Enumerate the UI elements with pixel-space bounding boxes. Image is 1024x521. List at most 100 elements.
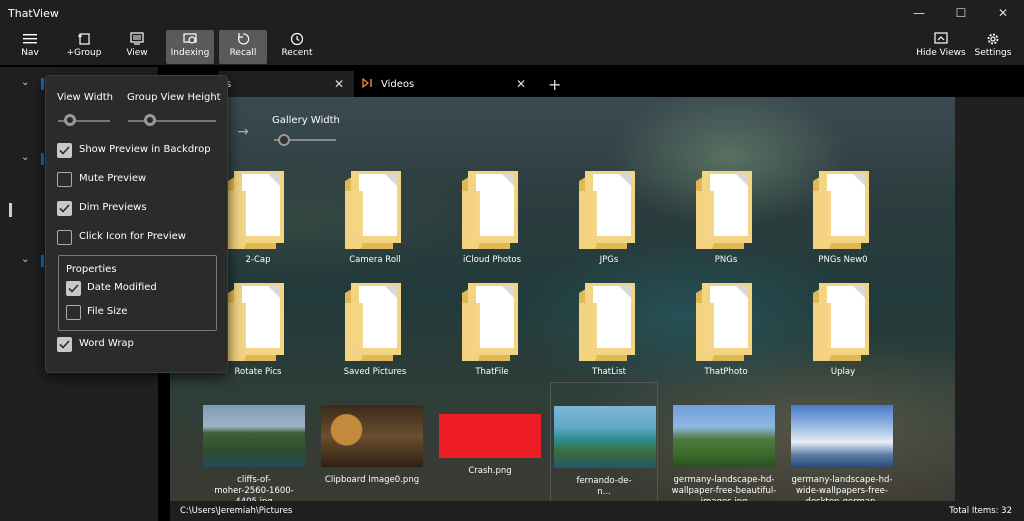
maximize-button[interactable]: ☐ [940, 0, 982, 26]
show-preview-checkbox[interactable] [57, 143, 72, 158]
file-thumbnail [321, 405, 423, 467]
gallery-width-slider-thumb[interactable] [278, 134, 290, 146]
mute-preview-checkbox[interactable] [57, 172, 72, 187]
folder-item[interactable]: ThatPhoto [667, 283, 785, 377]
file-item[interactable]: cliffs-of- moher-2560-1600-4405.jpg [200, 405, 308, 501]
group-accent-marker [41, 78, 44, 90]
file-size-label: File Size [87, 306, 128, 317]
folder-item[interactable]: Uplay [784, 283, 902, 377]
tab-label: Videos [381, 78, 415, 90]
word-wrap-checkbox[interactable] [57, 337, 72, 352]
indexing-button[interactable]: Indexing [166, 30, 214, 64]
gallery-view[interactable]: → Gallery Width 2-Cap Camera Roll iCloud… [170, 97, 955, 501]
nav-button[interactable]: Nav [10, 30, 50, 64]
file-name-line: Crash.png [468, 466, 512, 476]
view-width-label: View Width [57, 92, 113, 103]
folder-name: ThatFile [475, 367, 509, 377]
file-name-line: Clipboard Image0.png [324, 475, 420, 485]
checkmark-icon [68, 284, 79, 293]
toolbar: Nav +Group View Indexing Recall Recent H… [0, 26, 1024, 66]
clock-icon [290, 30, 304, 47]
hide-views-label: Hide Views [916, 48, 966, 58]
checkmark-icon [59, 204, 70, 213]
file-item[interactable]: germany-landscape-hd- wallpaper-free-bea… [670, 405, 778, 501]
close-tab-icon[interactable]: ✕ [334, 77, 344, 91]
file-thumbnail [439, 414, 541, 458]
file-size-checkbox[interactable] [66, 305, 81, 320]
view-button[interactable]: View [118, 30, 156, 64]
folder-item[interactable]: PNGs New0 [784, 171, 902, 265]
file-name-line: cliffs-of- [237, 475, 271, 485]
mute-preview-label: Mute Preview [79, 173, 147, 184]
minimize-button[interactable]: — [898, 0, 940, 26]
file-thumbnail [554, 406, 656, 468]
new-tab-button[interactable]: + [548, 75, 561, 94]
recall-label: Recall [229, 48, 257, 58]
folder-icon [433, 171, 551, 249]
gallery-width-label: Gallery Width [272, 115, 340, 126]
view-label: View [126, 48, 148, 58]
folder-item[interactable]: PNGs [667, 171, 785, 265]
date-modified-checkbox[interactable] [66, 281, 81, 296]
group-accent-marker [41, 153, 44, 165]
group-view-height-slider[interactable] [128, 120, 216, 122]
folder-name: ThatPhoto [704, 367, 748, 377]
file-name-line: fernando-de- [576, 476, 632, 486]
folder-item[interactable]: Camera Roll [316, 171, 434, 265]
tab-videos[interactable]: Videos ✕ [356, 71, 532, 97]
folder-item[interactable]: ThatFile [433, 283, 551, 377]
folder-icon [784, 171, 902, 249]
folder-name: Camera Roll [349, 255, 401, 265]
recall-button[interactable]: Recall [219, 30, 267, 64]
folder-item[interactable]: JPGs [550, 171, 668, 265]
add-group-button[interactable]: +Group [62, 30, 106, 64]
arrow-right-icon[interactable]: → [232, 121, 254, 143]
folder-item[interactable]: iCloud Photos [433, 171, 551, 265]
click-icon-preview-label: Click Icon for Preview [79, 231, 186, 242]
recent-button[interactable]: Recent [277, 30, 317, 64]
file-item[interactable]: Clipboard Image0.png [318, 405, 426, 486]
file-item[interactable]: fernando-de- n... [550, 382, 658, 501]
close-button[interactable]: ✕ [982, 0, 1024, 26]
folder-item[interactable]: Saved Pictures [316, 283, 434, 377]
file-thumbnail [203, 405, 305, 467]
recent-label: Recent [281, 48, 313, 58]
folder-icon [316, 171, 434, 249]
date-modified-label: Date Modified [87, 282, 157, 293]
file-item[interactable]: germany-landscape-hd- wide-wallpapers-fr… [788, 405, 896, 501]
click-icon-preview-checkbox[interactable] [57, 230, 72, 245]
file-item[interactable]: Crash.png [436, 405, 544, 477]
settings-button[interactable]: Settings [972, 30, 1014, 64]
file-name-line: moher-2560-1600-4405.jpg [214, 486, 294, 501]
folder-name: JPGs [599, 255, 619, 265]
video-tab-icon [362, 77, 373, 91]
recall-icon [236, 30, 250, 47]
right-panel [955, 97, 1024, 501]
chevron-down-icon[interactable]: ⌄ [21, 152, 29, 163]
add-group-label: +Group [66, 48, 102, 58]
dim-previews-checkbox[interactable] [57, 201, 72, 216]
checkmark-icon [59, 340, 70, 349]
chevron-down-icon[interactable]: ⌄ [21, 254, 29, 265]
folder-name: iCloud Photos [462, 255, 522, 265]
folder-name: PNGs New0 [818, 255, 868, 265]
folder-name: ThatList [592, 367, 626, 377]
folder-icon [667, 283, 785, 361]
indexing-label: Indexing [170, 48, 210, 58]
folder-icon [667, 171, 785, 249]
close-tab-icon[interactable]: ✕ [516, 77, 526, 91]
group-view-height-label: Group View Height [127, 92, 221, 103]
folder-item[interactable]: ThatList [550, 283, 668, 377]
view-width-slider-thumb[interactable] [64, 114, 76, 126]
window-controls: — ☐ ✕ [898, 0, 1024, 26]
file-name-line: germany-landscape-hd- [791, 475, 893, 485]
group-view-height-slider-thumb[interactable] [144, 114, 156, 126]
checkmark-icon [59, 146, 70, 155]
settings-label: Settings [974, 48, 1012, 58]
folder-name: Uplay [830, 367, 856, 377]
hide-views-button[interactable]: Hide Views [914, 30, 968, 64]
group-accent-marker [41, 255, 44, 267]
chevron-down-icon[interactable]: ⌄ [21, 77, 29, 88]
file-name-line: wallpaper-free-beautiful- [671, 486, 777, 496]
tab-pictures[interactable]: s ✕ [218, 71, 354, 97]
